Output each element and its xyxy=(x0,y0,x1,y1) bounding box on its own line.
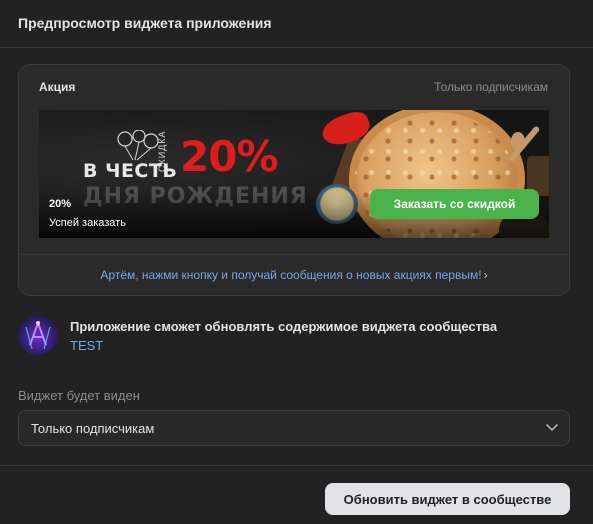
app-name-link[interactable]: TEST xyxy=(70,338,103,353)
app-logo-icon xyxy=(25,321,51,350)
visibility-label: Виджет будет виден xyxy=(18,388,140,403)
promo-vertical-label: СКИДКА xyxy=(157,130,167,172)
promo-banner[interactable]: В ЧЕСТЬ ДНЯ РОЖДЕНИЯ СКИДКА 20% 20% Успе… xyxy=(39,110,549,238)
banner-subtitle: Успей заказать xyxy=(49,217,126,229)
modal-title: Предпросмотр виджета приложения xyxy=(18,15,272,31)
app-permission-text: Приложение сможет обновлять содержимое в… xyxy=(70,319,498,334)
card-divider xyxy=(19,254,569,255)
banner-discount: 20% xyxy=(49,198,72,210)
widget-audience-note: Только подписчикам xyxy=(434,80,548,94)
app-avatar xyxy=(18,315,58,355)
update-widget-button[interactable]: Обновить виджет в сообществе xyxy=(325,483,570,515)
order-discount-button[interactable]: Заказать со скидкой xyxy=(370,189,539,219)
widget-title: Акция xyxy=(39,80,76,94)
chevron-right-icon: › xyxy=(483,268,488,282)
chevron-down-icon xyxy=(546,424,558,431)
promo-percent: 20% xyxy=(180,132,279,181)
subscribe-link-text[interactable]: Артём, нажми кнопку и получай сообщения … xyxy=(100,268,481,282)
balloons-icon xyxy=(117,130,159,161)
footer-divider xyxy=(0,465,593,466)
visibility-select-value: Только подписчикам xyxy=(31,421,155,436)
modal-header: Предпросмотр виджета приложения xyxy=(0,0,593,48)
subscribe-link[interactable]: Артём, нажми кнопку и получай сообщения … xyxy=(19,268,569,282)
visibility-select[interactable]: Только подписчикам xyxy=(18,410,570,446)
widget-preview-card: Акция Только подписчикам В ЧЕСТЬ ДНЯ РОЖ… xyxy=(18,64,570,296)
